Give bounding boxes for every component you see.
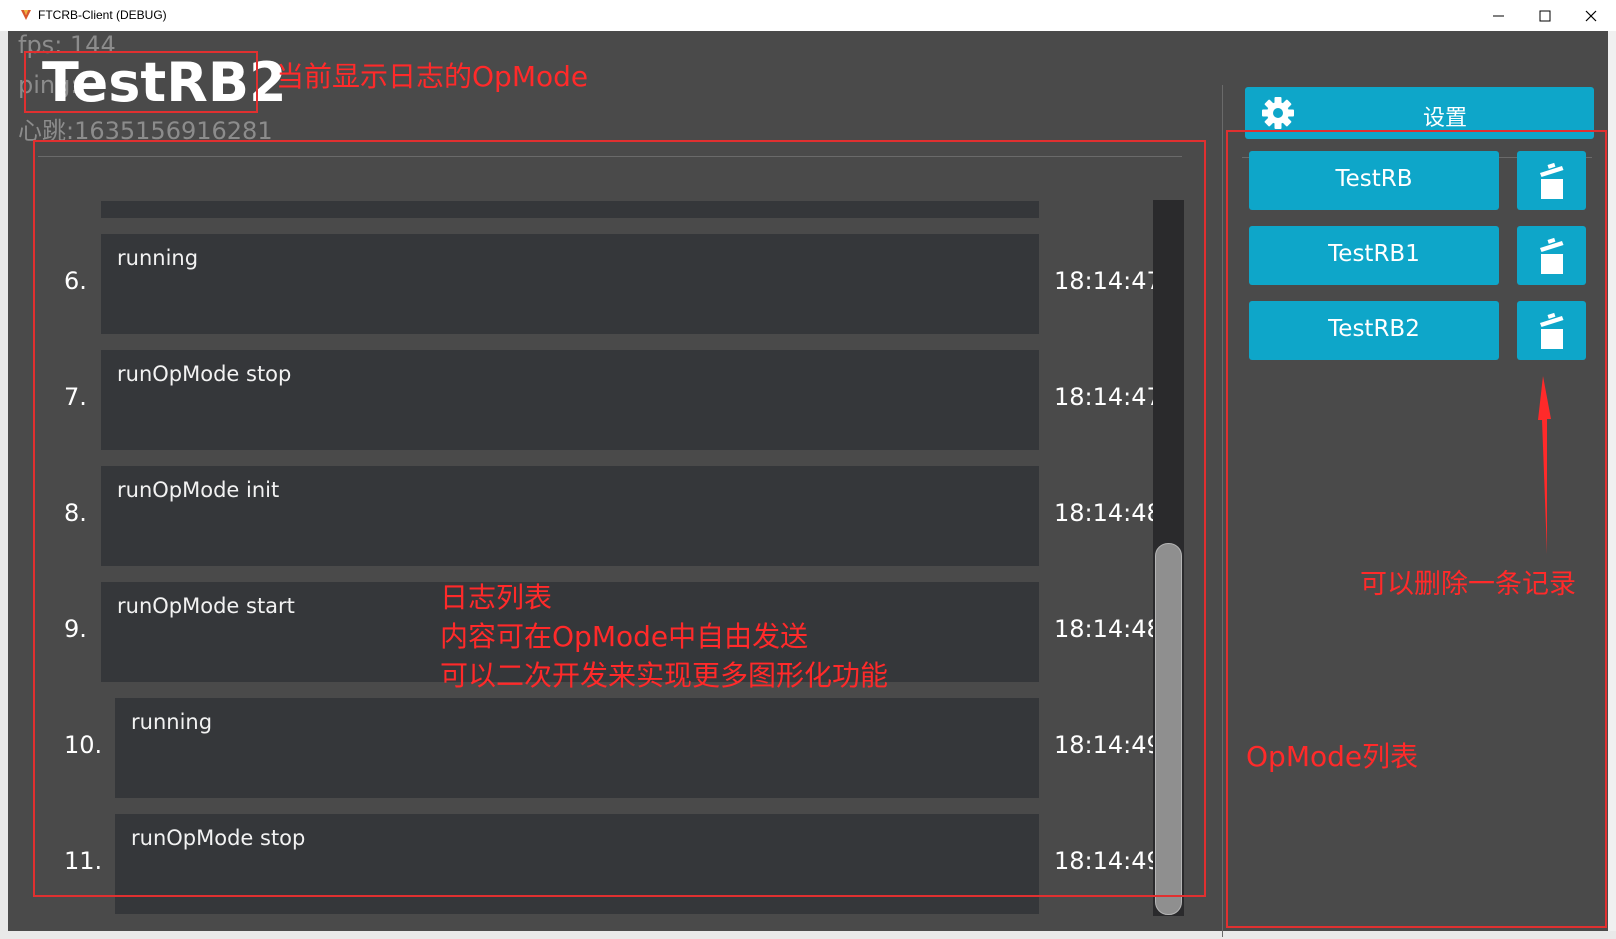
app-logo-icon	[21, 10, 31, 20]
gear-icon	[1262, 97, 1294, 129]
annotation-current-opmode: 当前显示日志的OpMode	[276, 60, 589, 93]
desktop-background-right	[1608, 31, 1616, 939]
settings-label: 设置	[1423, 106, 1468, 131]
annotation-box-log-list	[33, 140, 1206, 897]
maximize-icon	[1539, 10, 1551, 22]
minimize-icon	[1493, 15, 1504, 17]
window-title: FTCRB-Client (DEBUG)	[38, 8, 167, 22]
panel-divider	[1222, 85, 1223, 937]
annotation-arrow	[1538, 376, 1551, 554]
client-area: fps: 144 ping: 心跳:1635156916281 TestRB2 …	[8, 31, 1608, 937]
minimize-button[interactable]	[1476, 0, 1522, 31]
annotation-delete: 可以删除一条记录	[1360, 569, 1576, 600]
annotation-opmode-list: OpMode列表	[1246, 740, 1419, 773]
desktop-background-bottom	[0, 931, 1616, 939]
annotation-log-list-title: 日志列表	[440, 581, 553, 614]
annotation-box-current-opmode	[24, 51, 258, 113]
annotation-log-list-line2: 内容可在OpMode中自由发送	[440, 620, 809, 653]
maximize-button[interactable]	[1522, 0, 1568, 31]
desktop-background-left	[0, 31, 8, 939]
close-icon	[1585, 10, 1597, 22]
close-button[interactable]	[1568, 0, 1614, 31]
window-titlebar: FTCRB-Client (DEBUG)	[0, 0, 1616, 32]
annotation-log-list-line3: 可以二次开发来实现更多图形化功能	[440, 659, 889, 692]
